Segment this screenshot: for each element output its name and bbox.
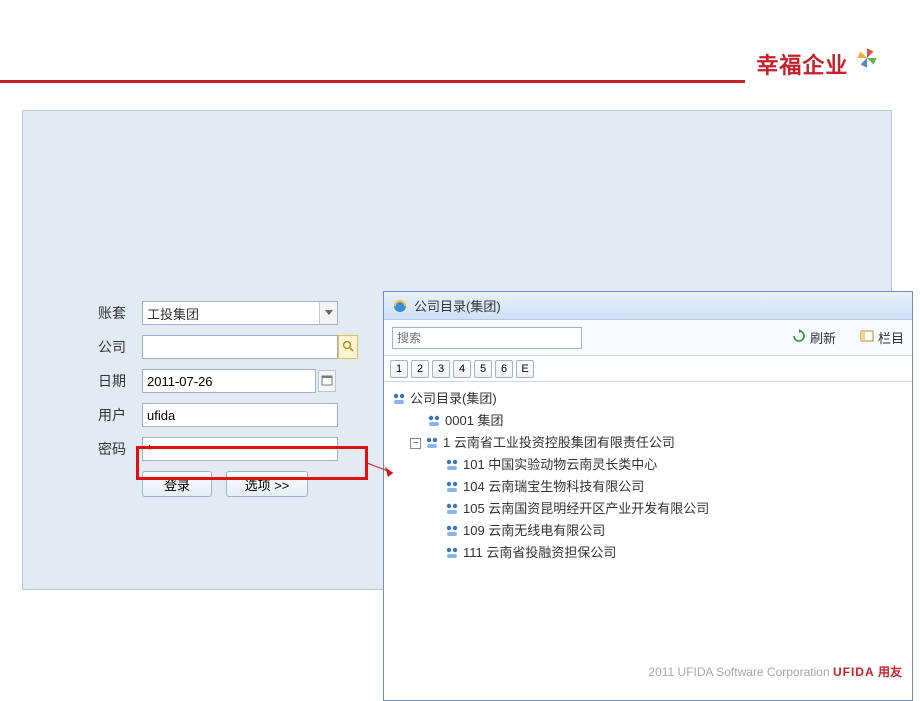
- org-icon: [445, 524, 459, 538]
- header-rule: [0, 80, 745, 83]
- directory-window: 公司目录(集团) 刷新 栏目 1 2 3 4 5 6 E: [383, 291, 913, 701]
- account-set-value: 工投集团: [147, 304, 199, 323]
- label-company: 公司: [98, 337, 142, 357]
- date-input[interactable]: [142, 369, 316, 393]
- level-1-button[interactable]: 1: [390, 360, 408, 378]
- label-account-set: 账套: [98, 303, 142, 323]
- tree-node-label: 104 云南瑞宝生物科技有限公司: [463, 476, 644, 498]
- label-password: 密码: [98, 439, 142, 459]
- level-3-button[interactable]: 3: [432, 360, 450, 378]
- tree-node-label: 1 云南省工业投资控股集团有限责任公司: [443, 432, 675, 454]
- directory-search-input[interactable]: [392, 327, 582, 349]
- tree-root-label: 公司目录(集团): [410, 388, 497, 410]
- login-form: 账套 工投集团 公司 日期: [98, 301, 358, 497]
- level-4-button[interactable]: 4: [453, 360, 471, 378]
- login-button[interactable]: 登录: [142, 471, 212, 497]
- lookup-button[interactable]: [338, 335, 358, 359]
- org-icon: [445, 502, 459, 516]
- org-icon: [427, 414, 441, 428]
- org-icon: [425, 436, 439, 450]
- calendar-icon: [321, 374, 333, 389]
- tree-node[interactable]: − 1 云南省工业投资控股集团有限责任公司: [410, 432, 904, 454]
- login-panel: 账套 工投集团 公司 日期: [22, 110, 892, 590]
- columns-label: 栏目: [878, 328, 904, 347]
- directory-tree: 公司目录(集团) 0001 集团 −: [384, 382, 912, 570]
- org-icon: [445, 458, 459, 472]
- pinwheel-icon: [854, 45, 880, 71]
- tree-node-label: 105 云南国资昆明经开区产业开发有限公司: [463, 498, 709, 520]
- tree-node[interactable]: 105 云南国资昆明经开区产业开发有限公司: [428, 498, 904, 520]
- tree-node[interactable]: 104 云南瑞宝生物科技有限公司: [428, 476, 904, 498]
- tree-node-label: 0001 集团: [445, 410, 504, 432]
- calendar-button[interactable]: [318, 370, 336, 392]
- label-user: 用户: [98, 405, 142, 425]
- org-icon: [392, 392, 406, 406]
- level-5-button[interactable]: 5: [474, 360, 492, 378]
- tree-node[interactable]: 111 云南省投融资担保公司: [428, 542, 904, 564]
- level-6-button[interactable]: 6: [495, 360, 513, 378]
- directory-toolbar: 刷新 栏目: [384, 320, 912, 356]
- columns-button[interactable]: 栏目: [860, 328, 904, 347]
- options-button[interactable]: 选项 >>: [226, 471, 308, 497]
- columns-icon: [860, 329, 874, 346]
- collapse-icon[interactable]: −: [410, 438, 421, 449]
- level-2-button[interactable]: 2: [411, 360, 429, 378]
- level-buttons: 1 2 3 4 5 6 E: [384, 356, 912, 382]
- user-input[interactable]: [142, 403, 338, 427]
- directory-title: 公司目录(集团): [414, 296, 501, 315]
- password-input[interactable]: [142, 437, 338, 461]
- directory-titlebar[interactable]: 公司目录(集团): [384, 292, 912, 320]
- level-e-button[interactable]: E: [516, 360, 534, 378]
- tree-node-label: 109 云南无线电有限公司: [463, 520, 605, 542]
- tree-node[interactable]: 109 云南无线电有限公司: [428, 520, 904, 542]
- refresh-label: 刷新: [810, 328, 836, 347]
- account-set-select[interactable]: 工投集团: [142, 301, 338, 325]
- brand: 幸福企业: [756, 48, 880, 80]
- ufida-logo-text: UFIDA: [833, 665, 875, 679]
- company-input[interactable]: [142, 335, 338, 359]
- ie-icon: [392, 298, 408, 314]
- brand-text: 幸福企业: [756, 48, 848, 80]
- chevron-down-icon: [319, 302, 337, 324]
- label-date: 日期: [98, 371, 142, 391]
- refresh-button[interactable]: 刷新: [792, 328, 836, 347]
- yongyou-text: 用友: [878, 665, 902, 679]
- tree-root[interactable]: 公司目录(集团): [392, 388, 904, 410]
- org-icon: [445, 480, 459, 494]
- tree-node[interactable]: 101 中国实验动物云南灵长类中心: [428, 454, 904, 476]
- tree-node-label: 111 云南省投融资担保公司: [463, 542, 616, 564]
- tree-node-label: 101 中国实验动物云南灵长类中心: [463, 454, 657, 476]
- copyright-text: 2011 UFIDA Software Corporation: [648, 665, 829, 679]
- footer: 2011 UFIDA Software Corporation UFIDA 用友: [0, 663, 920, 680]
- search-icon: [342, 340, 354, 355]
- tree-node[interactable]: 0001 集团: [410, 410, 904, 432]
- org-icon: [445, 546, 459, 560]
- refresh-icon: [792, 329, 806, 346]
